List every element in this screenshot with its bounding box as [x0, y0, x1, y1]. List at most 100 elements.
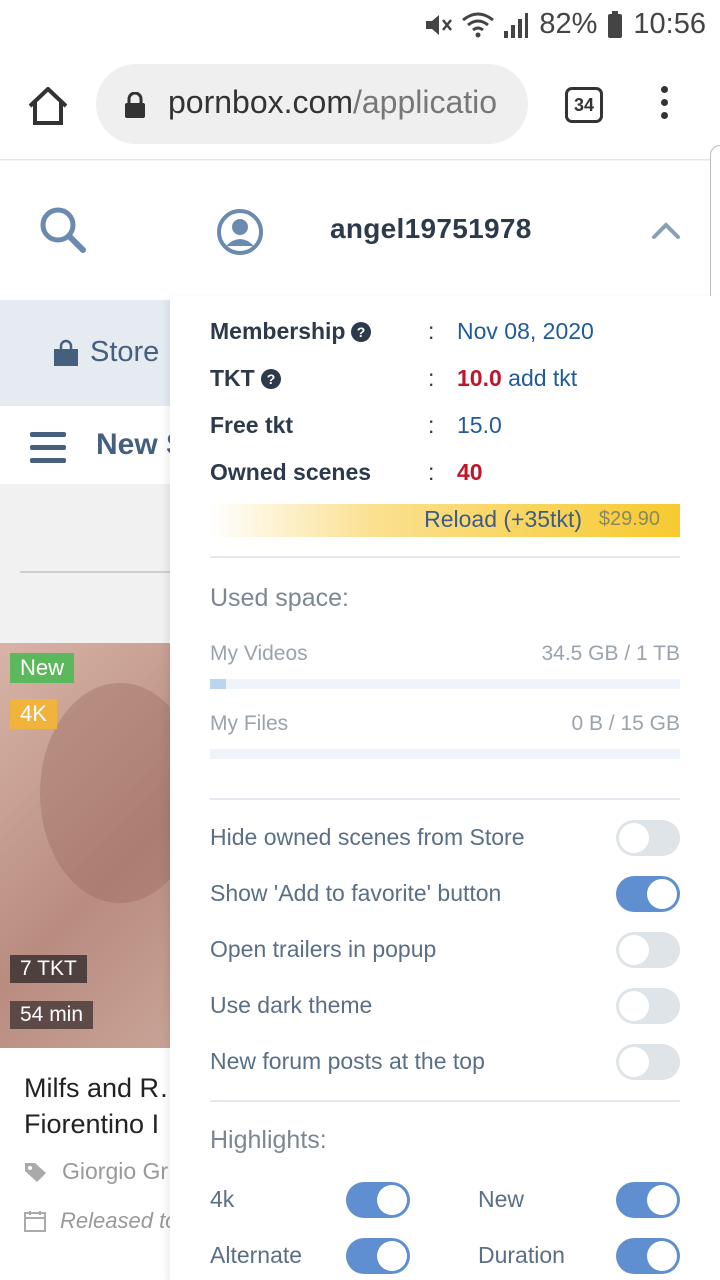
divider: [210, 556, 680, 558]
my-files-label: My Files: [210, 712, 289, 735]
hide-owned-toggle[interactable]: [616, 820, 680, 856]
membership-row: Membership ? : Nov 08, 2020: [210, 318, 680, 354]
highlight-duration: Duration: [478, 1238, 680, 1274]
setting-label: Show 'Add to favorite' button: [210, 880, 502, 906]
scene-thumbnail[interactable]: New 4K 7 TKT 54 min: [0, 643, 170, 1048]
my-files-row: My Files 0 B / 15 GB: [210, 712, 680, 736]
highlight-alternate: Alternate: [210, 1238, 410, 1274]
chevron-up-icon[interactable]: [650, 219, 682, 241]
my-videos-row: My Videos 34.5 GB / 1 TB: [210, 642, 680, 666]
reload-price: $29.90: [598, 508, 660, 530]
clock: 10:56: [633, 8, 706, 40]
owned-scenes-row: Owned scenes : 40: [210, 459, 680, 495]
my-videos-progress: [210, 679, 680, 689]
reload-button[interactable]: Reload (+35tkt) $29.90: [210, 504, 680, 537]
setting-forum-posts: New forum posts at the top: [210, 1044, 680, 1080]
tags-icon: [25, 1162, 46, 1182]
scene-title[interactable]: Milfs and R… Fiorentino I: [24, 1070, 194, 1142]
account-dropdown: Membership ? : Nov 08, 2020 TKT ? : 10.0…: [170, 296, 720, 1280]
setting-add-favorite: Show 'Add to favorite' button: [210, 876, 680, 912]
free-tkt-label: Free tkt: [210, 412, 294, 438]
highlight-label: Alternate: [210, 1242, 303, 1268]
setting-label: Use dark theme: [210, 992, 373, 1018]
wifi-icon: [462, 12, 495, 37]
owned-scenes-label: Owned scenes: [210, 459, 372, 485]
scene-actor[interactable]: Giorgio Gr: [24, 1158, 168, 1185]
user-avatar-icon[interactable]: [216, 208, 264, 256]
username[interactable]: angel19751978: [330, 213, 532, 245]
owned-scenes-value[interactable]: 40: [457, 459, 483, 485]
free-tkt-row: Free tkt : 15.0: [210, 412, 680, 448]
tkt-label: TKT: [210, 365, 255, 391]
question-circle-icon[interactable]: ?: [260, 368, 281, 389]
dark-theme-toggle[interactable]: [616, 988, 680, 1024]
membership-label: Membership: [210, 318, 346, 344]
my-videos-progress-fill: [210, 679, 226, 689]
setting-trailers-popup: Open trailers in popup: [210, 932, 680, 968]
highlight-label: 4k: [210, 1186, 235, 1212]
forum-posts-toggle[interactable]: [616, 1044, 680, 1080]
my-files-progress: [210, 749, 680, 759]
add-favorite-toggle[interactable]: [616, 876, 680, 912]
setting-label: Hide owned scenes from Store: [210, 824, 525, 850]
url-domain: pornbox.com: [168, 84, 353, 120]
signal-icon: [504, 12, 529, 38]
site-header: angel19751978: [0, 161, 720, 300]
lock-icon: [125, 92, 145, 118]
highlights-title: Highlights:: [210, 1126, 327, 1154]
highlight-label: New: [478, 1186, 525, 1212]
status-bar: 82% 10:56: [0, 0, 720, 50]
row-colon: :: [428, 412, 435, 438]
question-circle-icon[interactable]: ?: [351, 321, 372, 342]
shopping-bag-icon: [54, 339, 78, 366]
url-path: /applicatio: [352, 84, 498, 120]
highlight-4k: 4k: [210, 1182, 410, 1218]
reload-label: Reload (+35tkt): [424, 506, 582, 532]
tkt-balance: 10.0: [457, 365, 502, 391]
setting-label: Open trailers in popup: [210, 936, 437, 962]
divider: [210, 1100, 680, 1102]
browser-menu-icon[interactable]: [656, 86, 672, 126]
quality-badge: 4K: [10, 699, 57, 729]
row-colon: :: [428, 459, 435, 485]
home-icon[interactable]: [26, 84, 70, 128]
url-text: pornbox.com/applicatio: [168, 84, 497, 121]
battery-percent: 82%: [539, 8, 598, 40]
new-badge: New: [10, 653, 75, 683]
my-videos-usage: 34.5 GB / 1 TB: [541, 642, 680, 665]
highlight-label: Duration: [478, 1242, 565, 1268]
hamburger-menu-icon[interactable]: [30, 432, 66, 464]
price-badge: 7 TKT: [10, 955, 87, 983]
duration-badge: 54 min: [10, 1001, 94, 1029]
calendar-icon: [24, 1211, 46, 1232]
setting-dark-theme: Use dark theme: [210, 988, 680, 1024]
highlight-new: New: [478, 1182, 680, 1218]
add-tkt-link[interactable]: add tkt: [508, 365, 577, 391]
actor-name: Giorgio Gr: [62, 1158, 169, 1184]
address-bar[interactable]: pornbox.com/applicatio: [96, 64, 528, 144]
store-tab-label: Store: [90, 336, 160, 368]
release-text: Released to: [60, 1208, 178, 1233]
tab-switcher-button[interactable]: 34: [565, 87, 603, 123]
membership-value: Nov 08, 2020: [457, 318, 594, 344]
row-colon: :: [428, 318, 435, 344]
my-files-usage: 0 B / 15 GB: [571, 712, 680, 735]
free-tkt-value: 15.0: [457, 412, 502, 438]
mute-icon: [426, 14, 453, 35]
scene-release: Released to: [24, 1208, 177, 1234]
highlight-4k-toggle[interactable]: [346, 1182, 410, 1218]
trailers-popup-toggle[interactable]: [616, 932, 680, 968]
used-space-title: Used space:: [210, 584, 349, 612]
highlight-new-toggle[interactable]: [616, 1182, 680, 1218]
my-videos-label: My Videos: [210, 642, 308, 665]
row-colon: :: [428, 365, 435, 391]
highlight-duration-toggle[interactable]: [616, 1238, 680, 1274]
search-icon[interactable]: [38, 205, 88, 255]
store-tab[interactable]: Store: [52, 336, 159, 369]
svg-text:?: ?: [266, 371, 275, 387]
battery-icon: [608, 10, 623, 38]
divider: [210, 798, 680, 800]
highlight-alternate-toggle[interactable]: [346, 1238, 410, 1274]
setting-hide-owned: Hide owned scenes from Store: [210, 820, 680, 856]
tkt-row: TKT ? : 10.0 add tkt: [210, 365, 680, 401]
